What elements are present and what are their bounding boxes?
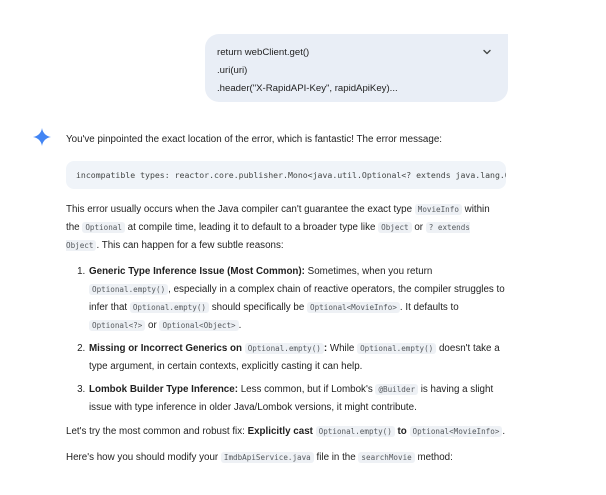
user-message-line: .header("X-RapidAPI-Key", rapidApiKey)..… <box>217 83 398 94</box>
list-item-title: Lombok Builder Type Inference: <box>89 384 238 395</box>
error-code-block: incompatible types: reactor.core.publish… <box>66 161 506 189</box>
inline-code: ImdbApiService.java <box>220 452 314 463</box>
error-code-text: incompatible types: reactor.core.publish… <box>76 170 506 180</box>
inline-code: @Builder <box>375 384 419 395</box>
list-item-title: Missing or Incorrect Generics on <box>89 343 242 354</box>
list-item-title: Generic Type Inference Issue (Most Commo… <box>89 266 305 277</box>
reasons-list: Generic Type Inference Issue (Most Commo… <box>66 263 506 417</box>
explanation-paragraph: This error usually occurs when the Java … <box>66 204 490 251</box>
inline-code: Object <box>378 222 412 233</box>
inline-code: Optional.empty() <box>129 302 209 313</box>
inline-code: MovieInfo <box>414 204 462 215</box>
inline-code: Optional<Object> <box>159 320 239 331</box>
list-item: Generic Type Inference Issue (Most Commo… <box>88 263 506 335</box>
inline-code: Optional<MovieInfo> <box>307 302 400 313</box>
user-message-line: .uri(uri) <box>217 65 248 76</box>
inline-code: Optional.empty() <box>244 343 324 354</box>
inline-code: searchMovie <box>358 452 415 463</box>
inline-code: Optional<MovieInfo> <box>409 426 503 437</box>
sparkle-icon <box>33 128 51 146</box>
howto-paragraph: Here's how you should modify your ImdbAp… <box>66 452 453 463</box>
assistant-response: You've pinpointed the exact location of … <box>66 131 506 467</box>
list-item: Lombok Builder Type Inference: Less comm… <box>88 381 506 417</box>
inline-code: Optional<?> <box>89 320 146 331</box>
response-intro: You've pinpointed the exact location of … <box>66 134 442 145</box>
inline-code: Optional.empty() <box>357 343 437 354</box>
inline-code: Optional.empty() <box>89 284 169 295</box>
chevron-down-icon[interactable] <box>482 47 492 57</box>
user-message-bubble: return webClient.get() .uri(uri) .header… <box>205 34 508 102</box>
list-item: Missing or Incorrect Generics on Optiona… <box>88 340 506 376</box>
user-message-line: return webClient.get() <box>217 47 310 58</box>
inline-code: Optional.empty() <box>315 426 395 437</box>
inline-code: Optional <box>82 222 125 233</box>
fix-paragraph: Let's try the most common and robust fix… <box>66 426 506 437</box>
